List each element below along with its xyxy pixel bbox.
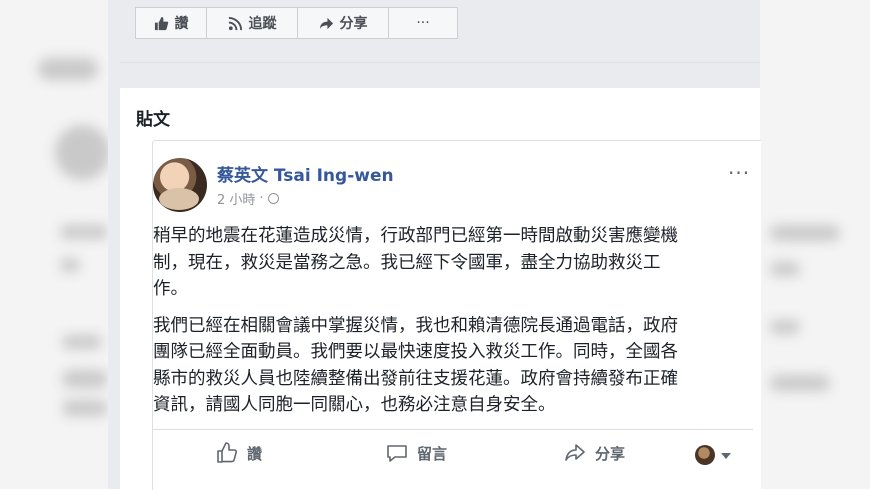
reacting-as-avatar[interactable]	[695, 445, 715, 465]
section-title: 貼文	[136, 110, 170, 130]
post-share-button[interactable]: 分享	[563, 441, 625, 465]
footer-divider	[153, 429, 753, 430]
post-body: 稍早的地震在花蓮造成災情，行政部門已經第一時間啟動災害應變機 制，現在，救災是當…	[153, 223, 753, 429]
post-like-button[interactable]: 讚	[215, 441, 262, 465]
post-paragraph: 我們已經在相關會議中掌握災情，我也和賴清德院長通過電話，政府 團隊已經全面動員。…	[153, 315, 678, 416]
share-page-label: 分享	[339, 16, 368, 32]
page-action-bar: 讚 追蹤 分享 ···	[135, 7, 458, 41]
more-options-button[interactable]: ···	[388, 7, 458, 39]
author-avatar[interactable]	[153, 158, 207, 212]
post-timestamp[interactable]: 2 小時	[217, 189, 255, 208]
comment-label: 留言	[417, 444, 448, 463]
post-card: 蔡英文 Tsai Ing-wen 2 小時 · ··· 稍早的地震在花蓮造成災情…	[152, 140, 761, 490]
blurred-background-left	[0, 0, 110, 489]
thumbs-up-icon	[217, 442, 238, 463]
share-arrow-icon	[565, 444, 585, 461]
more-options-label: ···	[416, 15, 430, 31]
blurred-background-right	[760, 0, 870, 489]
like-page-button[interactable]: 讚	[135, 7, 207, 39]
post-options-button[interactable]: ···	[728, 161, 750, 185]
divider	[120, 62, 760, 63]
author-name[interactable]: 蔡英文 Tsai Ing-wen	[217, 161, 394, 186]
rss-icon	[228, 16, 242, 30]
comment-icon	[387, 445, 407, 462]
thumbs-up-icon	[154, 16, 168, 30]
like-page-label: 讚	[174, 16, 189, 32]
follow-label: 追蹤	[248, 16, 277, 32]
share-page-button[interactable]: 分享	[297, 7, 389, 39]
post-like-label: 讚	[247, 444, 263, 463]
globe-icon	[267, 193, 279, 204]
share-arrow-icon	[319, 17, 333, 29]
post-footer: 讚 留言 分享	[153, 441, 753, 475]
post-meta: 2 小時 ·	[217, 189, 279, 208]
follow-button[interactable]: 追蹤	[206, 7, 298, 39]
post-share-label: 分享	[595, 444, 626, 463]
chevron-down-icon[interactable]	[721, 453, 731, 459]
post-paragraph: 稍早的地震在花蓮造成災情，行政部門已經第一時間啟動災害應變機 制，現在，救災是當…	[153, 226, 678, 299]
comment-button[interactable]: 留言	[385, 441, 447, 465]
